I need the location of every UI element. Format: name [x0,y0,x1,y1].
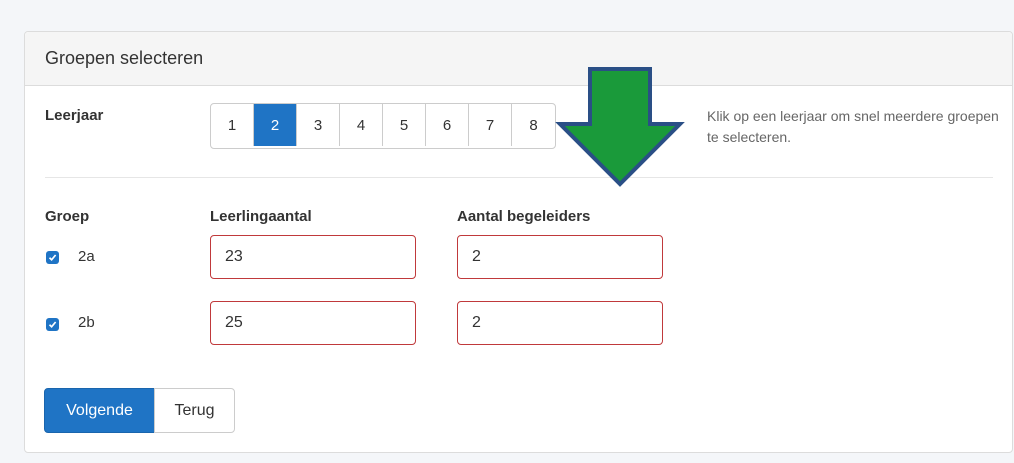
group-column-header: Groep [45,208,90,225]
supervisors-column-header: Aantal begeleiders [457,208,591,225]
students-column-header: Leerlingaantal [210,208,312,225]
grade-button-7[interactable]: 7 [469,104,512,146]
group-2a-label: 2a [78,248,95,265]
back-button[interactable]: Terug [154,388,235,433]
checkmark-icon [48,254,57,262]
group-2b-supervisors-input[interactable] [457,301,663,345]
grade-button-3[interactable]: 3 [297,104,340,146]
grade-button-4[interactable]: 4 [340,104,383,146]
next-button[interactable]: Volgende [44,388,155,433]
grade-label: Leerjaar [45,107,104,124]
grade-button-5[interactable]: 5 [383,104,426,146]
grade-help-text: Klik op een leerjaar om snel meerdere gr… [707,108,999,145]
panel-heading: Groepen selecteren [25,32,1012,86]
grade-button-8[interactable]: 8 [512,104,555,146]
group-2b-students-input[interactable] [210,301,416,345]
group-2a-checkbox[interactable] [46,251,59,264]
group-2b-checkbox[interactable] [46,318,59,331]
panel-title: Groepen selecteren [45,48,204,68]
group-2b-label: 2b [78,314,95,331]
group-2a-students-input[interactable] [210,235,416,279]
grade-button-6[interactable]: 6 [426,104,469,146]
group-2a-supervisors-input[interactable] [457,235,663,279]
down-arrow-icon [555,67,685,187]
section-divider [45,177,993,178]
grade-button-2[interactable]: 2 [254,104,297,146]
groups-panel: Groepen selecteren Leerjaar 1 2 3 4 5 6 … [24,31,1013,453]
grade-selector: 1 2 3 4 5 6 7 8 [210,103,556,149]
checkmark-icon [48,321,57,329]
grade-button-1[interactable]: 1 [211,104,254,146]
